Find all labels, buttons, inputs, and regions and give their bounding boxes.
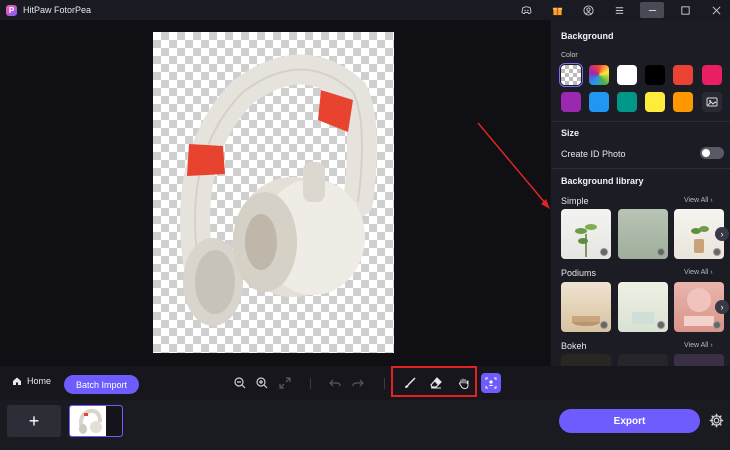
view-all-bokeh-link[interactable]: View All › bbox=[684, 342, 713, 349]
home-icon bbox=[13, 377, 21, 385]
divider bbox=[551, 168, 730, 169]
background-panel: Background Color Size Create ID Photo Ba… bbox=[551, 20, 730, 366]
account-icon[interactable] bbox=[578, 2, 598, 18]
create-id-photo-label: Create ID Photo bbox=[561, 149, 626, 159]
toggle-knob bbox=[702, 149, 710, 157]
swatch-black[interactable] bbox=[645, 65, 665, 85]
upload-image-icon[interactable] bbox=[702, 92, 722, 112]
download-icon bbox=[713, 321, 721, 329]
toolbar-divider bbox=[384, 378, 385, 389]
divider bbox=[551, 121, 730, 122]
color-label: Color bbox=[561, 52, 578, 59]
view-all-label: View All bbox=[684, 197, 709, 204]
bg-thumb-simple-2[interactable] bbox=[618, 209, 668, 259]
undo-icon[interactable] bbox=[329, 377, 341, 389]
bg-thumb-podium-2[interactable] bbox=[618, 282, 668, 332]
view-all-label: View All bbox=[684, 342, 709, 349]
canvas-area[interactable] bbox=[0, 20, 550, 366]
discord-icon[interactable] bbox=[516, 2, 536, 18]
bg-thumb-podium-1[interactable] bbox=[561, 282, 611, 332]
image-thumbnail[interactable] bbox=[69, 405, 123, 437]
toolbar-divider bbox=[310, 378, 311, 389]
maximize-icon[interactable] bbox=[675, 2, 695, 18]
transparent-canvas[interactable] bbox=[153, 32, 394, 353]
gift-icon[interactable] bbox=[547, 2, 567, 18]
category-bokeh-label: Bokeh bbox=[561, 341, 587, 351]
export-button[interactable]: Export bbox=[559, 409, 700, 433]
eraser-icon[interactable] bbox=[430, 377, 442, 389]
headphones-image bbox=[180, 54, 377, 326]
swatch-blue[interactable] bbox=[589, 92, 609, 112]
simple-next-arrow[interactable]: › bbox=[715, 227, 729, 241]
swatch-orange[interactable] bbox=[673, 92, 693, 112]
view-all-simple-link[interactable]: View All › bbox=[684, 197, 713, 204]
fit-screen-icon[interactable] bbox=[279, 377, 291, 389]
add-image-button[interactable]: + bbox=[7, 405, 61, 437]
home-label: Home bbox=[27, 376, 52, 386]
menu-icon[interactable] bbox=[609, 2, 629, 18]
brush-icon[interactable] bbox=[404, 377, 416, 389]
settings-gear-icon[interactable] bbox=[709, 413, 724, 428]
view-all-label: View All bbox=[684, 269, 709, 276]
download-icon bbox=[657, 248, 665, 256]
ai-select-icon[interactable] bbox=[481, 373, 501, 393]
size-title: Size bbox=[561, 128, 580, 138]
swatch-transparent[interactable] bbox=[559, 63, 583, 87]
download-icon bbox=[713, 248, 721, 256]
title-bar: P HitPaw FotorPea bbox=[0, 0, 730, 20]
create-id-photo-toggle[interactable] bbox=[700, 147, 724, 159]
window-controls bbox=[505, 0, 726, 20]
bg-thumb-simple-1[interactable] bbox=[561, 209, 611, 259]
thumbnail-headphones bbox=[79, 408, 102, 434]
hand-icon[interactable] bbox=[458, 377, 470, 389]
view-all-podiums-link[interactable]: View All › bbox=[684, 269, 713, 276]
swatch-red[interactable] bbox=[673, 65, 693, 85]
download-icon bbox=[600, 248, 608, 256]
minimize-icon[interactable] bbox=[640, 2, 664, 18]
redo-icon[interactable] bbox=[352, 377, 364, 389]
home-button[interactable]: Home bbox=[12, 376, 51, 386]
thumbnail-dark-strip bbox=[106, 406, 122, 436]
bg-thumb-bokeh-3[interactable] bbox=[674, 354, 724, 366]
podiums-next-arrow[interactable]: › bbox=[715, 300, 729, 314]
swatch-rainbow[interactable] bbox=[589, 65, 609, 85]
category-podiums-label: Podiums bbox=[561, 268, 597, 278]
swatch-yellow[interactable] bbox=[645, 92, 665, 112]
batch-import-button[interactable]: Batch Import bbox=[64, 375, 139, 394]
swatch-white[interactable] bbox=[617, 65, 637, 85]
close-icon[interactable] bbox=[706, 2, 726, 18]
download-icon bbox=[657, 321, 665, 329]
background-title: Background bbox=[561, 31, 614, 41]
bg-thumb-bokeh-2[interactable] bbox=[618, 354, 668, 366]
zoom-out-icon[interactable] bbox=[234, 377, 246, 389]
download-icon bbox=[600, 321, 608, 329]
category-simple-label: Simple bbox=[561, 196, 589, 206]
app-title: HitPaw FotorPea bbox=[23, 5, 92, 15]
zoom-in-icon[interactable] bbox=[256, 377, 268, 389]
swatch-purple[interactable] bbox=[561, 92, 581, 112]
background-library-title: Background library bbox=[561, 176, 644, 186]
swatch-teal[interactable] bbox=[617, 92, 637, 112]
bg-thumb-bokeh-1[interactable] bbox=[561, 354, 611, 366]
swatch-pink[interactable] bbox=[702, 65, 722, 85]
app-logo: P bbox=[6, 4, 17, 16]
footer-bar: + Export bbox=[0, 400, 730, 450]
bottom-toolbar: Home Batch Import bbox=[0, 366, 730, 400]
